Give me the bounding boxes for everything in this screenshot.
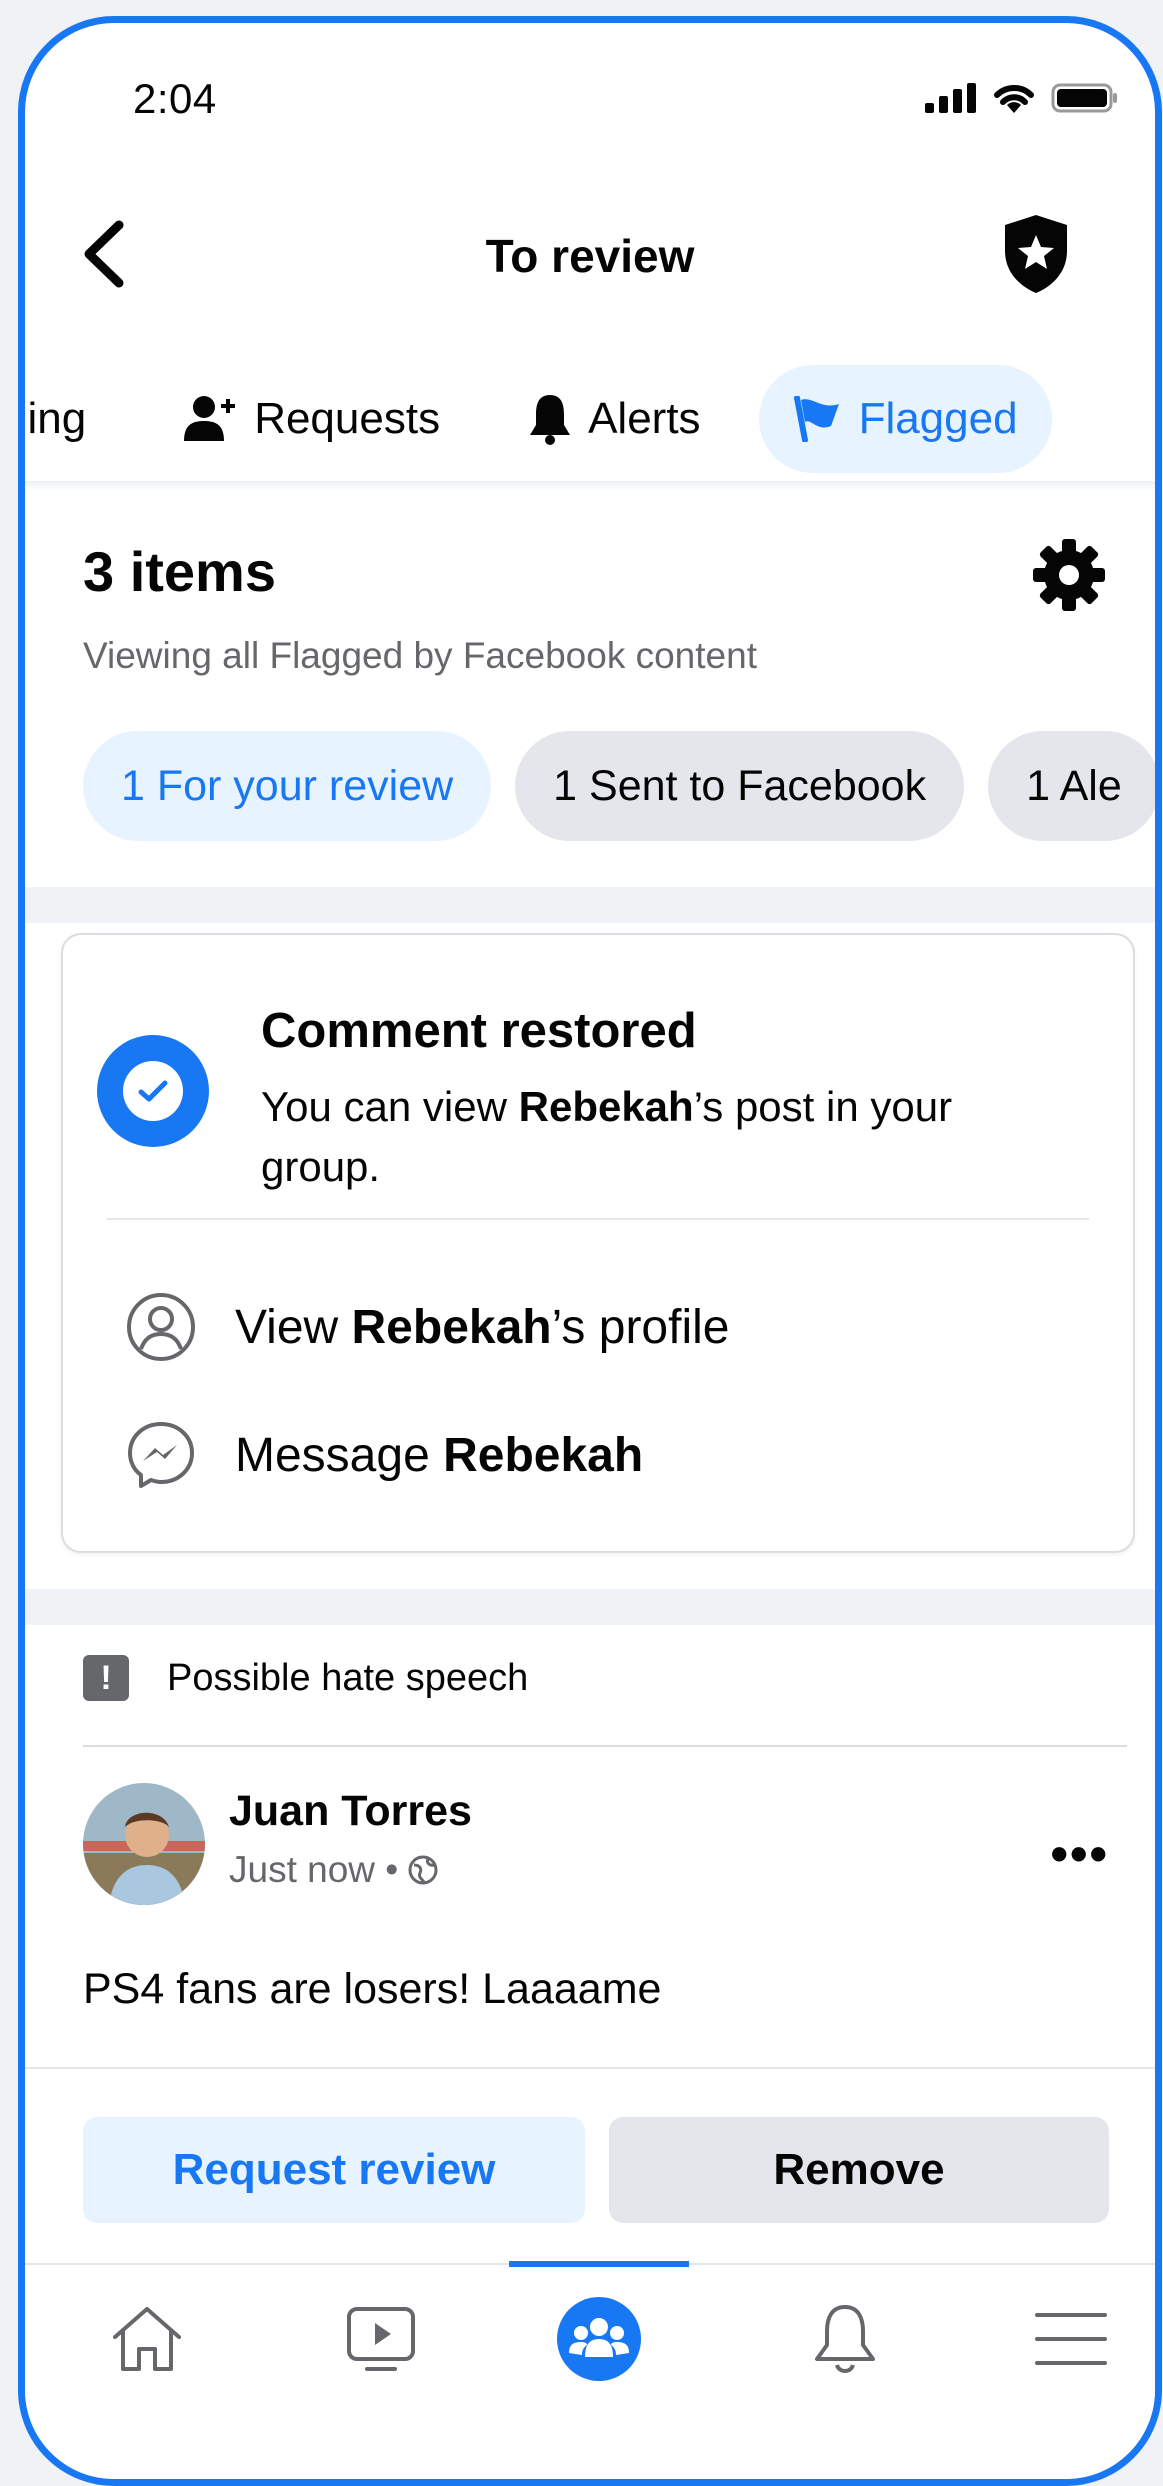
section-separator xyxy=(25,887,1155,923)
gear-icon xyxy=(1033,539,1105,611)
nav-menu[interactable] xyxy=(1021,2289,1121,2389)
phone-frame: 2:04 To review ding Requests Alerts Flag… xyxy=(18,16,1162,2486)
flag-reason: Possible hate speech xyxy=(167,1657,529,1699)
tab-label: Requests xyxy=(254,394,441,443)
tab-requests[interactable]: Requests xyxy=(154,365,470,473)
bell-icon xyxy=(530,395,571,445)
message-label: Message Rebekah xyxy=(235,1428,644,1482)
tab-label: Flagged xyxy=(858,394,1018,443)
nav-notifications[interactable] xyxy=(795,2289,895,2389)
message-link[interactable]: Message Rebekah xyxy=(125,1419,643,1491)
more-options-button[interactable]: ••• xyxy=(1050,1825,1109,1883)
video-icon xyxy=(347,2307,415,2371)
remove-button[interactable]: Remove xyxy=(609,2117,1109,2223)
signal-icon xyxy=(925,83,976,113)
section-separator xyxy=(25,1589,1155,1625)
nav-home[interactable] xyxy=(97,2289,197,2389)
status-time: 2:04 xyxy=(133,75,217,122)
messenger-icon xyxy=(128,1422,194,1488)
post-time: Just now • xyxy=(229,1849,399,1890)
status-icons xyxy=(925,81,1119,115)
settings-button[interactable] xyxy=(1031,537,1107,613)
bell-outline-icon xyxy=(815,2305,875,2373)
view-profile-label: View Rebekah’s profile xyxy=(235,1300,730,1354)
shield-star-icon xyxy=(1005,215,1067,293)
page-title: To review xyxy=(485,230,695,282)
avatar[interactable] xyxy=(83,1783,205,1905)
globe-icon xyxy=(408,1855,438,1885)
tab-alerts[interactable]: Alerts xyxy=(498,365,730,473)
add-person-icon xyxy=(184,396,236,441)
groups-icon xyxy=(557,2297,641,2381)
report-icon: ! xyxy=(83,1655,129,1701)
tab-flagged[interactable]: Flagged xyxy=(758,365,1052,473)
menu-icon xyxy=(1035,2313,1107,2365)
card-divider xyxy=(107,1218,1089,1220)
review-tabs: ding Requests Alerts Flagged xyxy=(25,361,1155,477)
chip-for-your-review[interactable]: 1 For your review xyxy=(83,731,492,841)
view-profile-link[interactable]: View Rebekah’s profile xyxy=(125,1291,729,1363)
post-author[interactable]: Juan Torres xyxy=(229,1787,472,1836)
post-text: PS4 fans are losers! Laaaame xyxy=(83,1965,662,2013)
chip-sent-to-facebook[interactable]: 1 Sent to Facebook xyxy=(515,731,965,841)
tab-label: Alerts xyxy=(588,394,701,443)
admin-shield-button[interactable] xyxy=(1001,213,1071,295)
wifi-icon xyxy=(994,84,1034,113)
post-divider xyxy=(83,1745,1127,1747)
flag-icon xyxy=(793,396,839,442)
home-icon xyxy=(113,2307,181,2371)
post-actions-divider xyxy=(25,2067,1155,2069)
chip-alerts[interactable]: 1 Ale xyxy=(988,731,1155,841)
filter-chips: 1 For your review 1 Sent to Facebook 1 A… xyxy=(83,731,1155,841)
tabs-divider xyxy=(25,481,1155,491)
restored-body: You can view Rebekah’s post in your grou… xyxy=(261,1083,953,1190)
items-subtitle: Viewing all Flagged by Facebook content xyxy=(83,635,757,676)
battery-icon xyxy=(1051,83,1117,113)
tab-pending[interactable]: ding xyxy=(25,365,116,473)
post-meta: Just now • xyxy=(229,1849,438,1891)
active-tab-indicator xyxy=(509,2261,689,2267)
nav-groups[interactable] xyxy=(549,2289,649,2389)
restored-title: Comment restored xyxy=(261,1004,697,1058)
nav-watch[interactable] xyxy=(331,2289,431,2389)
profile-icon xyxy=(127,1293,195,1361)
check-circle-icon xyxy=(97,1035,209,1147)
request-review-button[interactable]: Request review xyxy=(83,2117,585,2223)
tab-label: ding xyxy=(25,394,87,443)
items-count-title: 3 items xyxy=(83,540,276,603)
